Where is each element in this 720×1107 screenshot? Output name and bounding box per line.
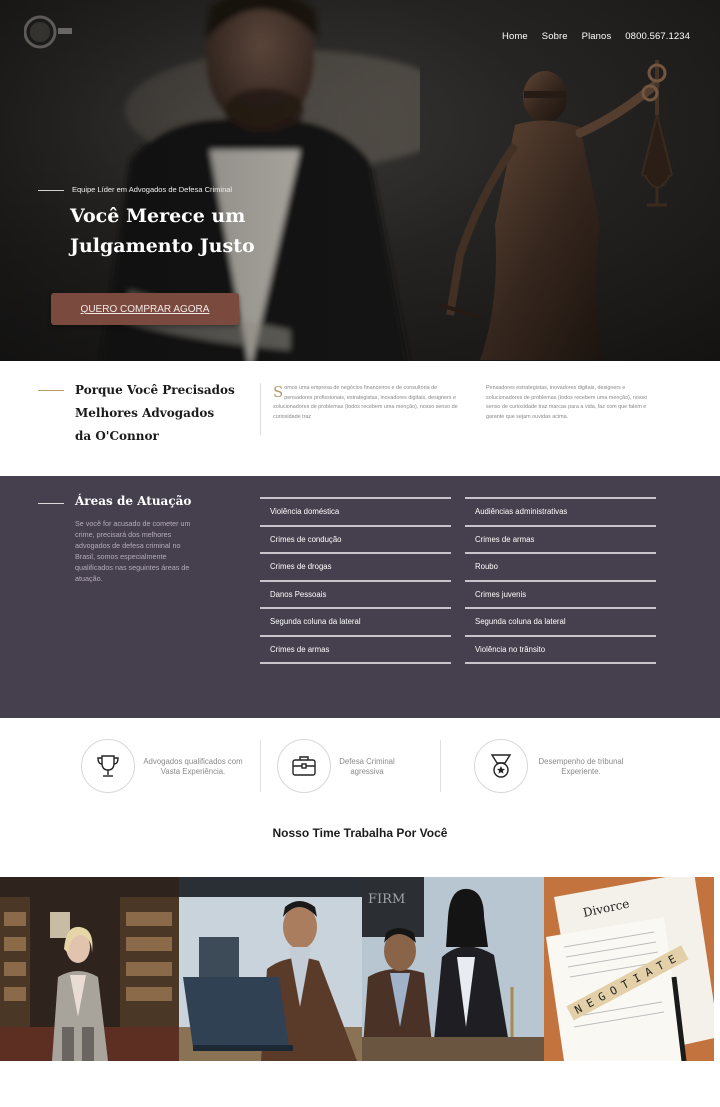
areas-title: Áreas de Atuação <box>75 494 192 508</box>
feature-text-line2: agressiva <box>350 767 384 776</box>
feature-text-line2: Vasta Experiência. <box>160 767 226 776</box>
feature-text-line2: Experiente. <box>561 767 601 776</box>
why-title-line2: Melhores Advogados <box>75 406 215 420</box>
feature-separator <box>440 740 441 792</box>
nav-planos-link[interactable]: Planos <box>582 31 612 42</box>
hero-title-line1: Você Merece um <box>70 205 246 227</box>
area-item[interactable]: Crimes de condução <box>260 527 451 554</box>
area-item-label: Crimes de drogas <box>270 562 332 572</box>
nav-phone-link[interactable]: 0800.567.1234 <box>625 31 690 42</box>
why-paragraph-1-text: omos uma empresa de negócios financeiros… <box>273 385 458 420</box>
area-item-label: Crimes de armas <box>475 534 535 544</box>
area-item-label: Segunda coluna da lateral <box>475 617 566 627</box>
why-title-line1: Porque Você Precisados <box>75 383 235 397</box>
area-item[interactable]: Crimes de armas <box>260 637 451 664</box>
area-item-label: Crimes de condução <box>270 534 342 544</box>
trophy-icon <box>81 739 135 793</box>
area-item[interactable]: Violência no trânsito <box>465 637 656 664</box>
feature-text-line1: Defesa Criminal <box>339 757 395 766</box>
area-item-label: Crimes juvenis <box>475 589 527 599</box>
firm-sign-text: FIRM <box>368 892 405 907</box>
team-photo-1[interactable] <box>0 877 179 1061</box>
area-item[interactable]: Crimes de armas <box>465 527 656 554</box>
area-item-label: Crimes de armas <box>270 644 330 654</box>
team-photo-3[interactable]: FIRM <box>362 877 544 1061</box>
feature-text: Defesa Criminal agressiva <box>323 757 411 777</box>
practice-areas-section: Áreas de Atuação Se você for acusado de … <box>0 476 720 718</box>
feature-text: Advogados qualificados com Vasta Experiê… <box>137 757 249 777</box>
feature-separator <box>260 740 261 792</box>
area-item[interactable]: Segunda coluna da lateral <box>260 609 451 637</box>
why-paragraph-2: Pensadores estrategistas, inovadores dig… <box>486 385 648 420</box>
area-item-label: Segunda coluna da lateral <box>270 617 361 627</box>
area-item[interactable]: Segunda coluna da lateral <box>465 609 656 637</box>
nav-sobre-link[interactable]: Sobre <box>542 31 568 42</box>
hero-eyebrow: Equipe Líder em Advogados de Defesa Crim… <box>72 185 233 194</box>
why-title: Porque Você Precisados Melhores Advogado… <box>75 379 250 448</box>
areas-list-right: Audiências administrativas Crimes de arm… <box>465 497 656 664</box>
area-item[interactable]: Violência doméstica <box>260 499 451 527</box>
why-title-line3: da O'Connor <box>75 429 159 443</box>
team-title: Nosso Time Trabalha Por Você <box>272 826 448 840</box>
eyebrow-divider <box>38 190 64 191</box>
area-item-label: Violência doméstica <box>270 507 340 517</box>
areas-list-left: Violência doméstica Crimes de condução C… <box>260 497 451 664</box>
area-item-label: Violência no trânsito <box>475 644 546 654</box>
main-navigation: Home Sobre Planos 0800.567.1234 <box>502 31 690 42</box>
buy-now-button[interactable]: QUERO COMPRAR AGORA <box>51 293 239 325</box>
hero-title: Você Merece um Julgamento Justo <box>70 201 370 261</box>
feature-text: Desempenho de tribunal Experiente. <box>530 757 632 777</box>
feature-text-line1: Desempenho de tribunal <box>538 757 624 766</box>
area-item[interactable]: Roubo <box>465 554 656 582</box>
team-photos: FIRM Divorce N E G O T I A T E <box>0 877 720 1061</box>
areas-description: Se você for acusado de cometer um crime,… <box>75 519 191 583</box>
areas-divider <box>38 503 64 504</box>
medal-icon <box>474 739 528 793</box>
hero-section: Home Sobre Planos 0800.567.1234 Equipe L… <box>0 0 720 361</box>
area-item-label: Audiências administrativas <box>475 507 568 517</box>
team-photo-4[interactable]: Divorce N E G O T I A T E <box>544 877 714 1061</box>
nav-home-link[interactable]: Home <box>502 31 528 42</box>
area-item[interactable]: Audiências administrativas <box>465 499 656 527</box>
why-divider <box>38 390 64 391</box>
area-item-label: Roubo <box>475 562 498 572</box>
area-item[interactable]: Crimes de drogas <box>260 554 451 582</box>
why-paragraph-1: Somos uma empresa de negócios financeiro… <box>273 384 458 422</box>
why-vertical-separator <box>260 383 261 435</box>
feature-text-line1: Advogados qualificados com <box>143 757 243 766</box>
area-item-label: Danos Pessoais <box>270 589 327 599</box>
drop-cap: S <box>273 383 284 401</box>
hero-title-line2: Julgamento Justo <box>70 235 255 257</box>
area-item[interactable]: Danos Pessoais <box>260 582 451 609</box>
features-section: Advogados qualificados com Vasta Experiê… <box>0 718 720 878</box>
brand-logo[interactable] <box>24 13 74 51</box>
area-item[interactable]: Crimes juvenis <box>465 582 656 609</box>
team-photo-2[interactable] <box>179 877 362 1061</box>
why-us-section: Porque Você Precisados Melhores Advogado… <box>0 361 720 476</box>
